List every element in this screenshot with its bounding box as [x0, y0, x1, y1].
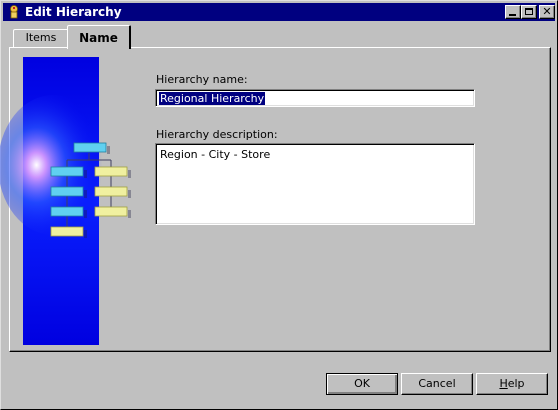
hierarchy-name-value: Regional Hierarchy — [159, 92, 266, 105]
hierarchy-name-label: Hierarchy name: — [156, 73, 248, 86]
hierarchy-illustration — [0, 57, 131, 345]
help-button-accelerator: H — [499, 377, 508, 390]
help-button[interactable]: Help — [476, 373, 548, 395]
edit-hierarchy-dialog: Edit Hierarchy ✕ Items Name Hierarchy na… — [0, 0, 558, 410]
maximize-button[interactable] — [521, 5, 537, 19]
ok-button-label: OK — [354, 377, 370, 390]
tab-name[interactable]: Name — [67, 25, 131, 49]
hierarchy-name-input[interactable]: Regional Hierarchy — [155, 89, 475, 107]
ok-button[interactable]: OK — [326, 373, 398, 395]
cancel-button[interactable]: Cancel — [401, 373, 473, 395]
window-title: Edit Hierarchy — [25, 5, 122, 19]
tab-name-label: Name — [79, 31, 118, 45]
maximize-icon — [525, 8, 533, 15]
hierarchy-description-label: Hierarchy description: — [156, 128, 278, 141]
minimize-icon — [509, 14, 516, 16]
cancel-button-label: Cancel — [418, 377, 456, 390]
hierarchy-illustration-icon — [0, 57, 131, 345]
close-button[interactable]: ✕ — [539, 5, 555, 19]
hierarchy-description-textarea[interactable]: Region - City - Store — [155, 143, 475, 225]
minimize-button[interactable] — [505, 5, 521, 19]
hierarchy-description-value: Region - City - Store — [160, 148, 271, 161]
close-icon: ✕ — [542, 5, 552, 18]
tab-items-label: Items — [25, 31, 57, 44]
tab-items[interactable]: Items — [13, 29, 69, 47]
app-icon — [10, 5, 18, 19]
help-button-label: elp — [507, 377, 525, 390]
title-bar[interactable]: Edit Hierarchy ✕ — [3, 3, 555, 21]
